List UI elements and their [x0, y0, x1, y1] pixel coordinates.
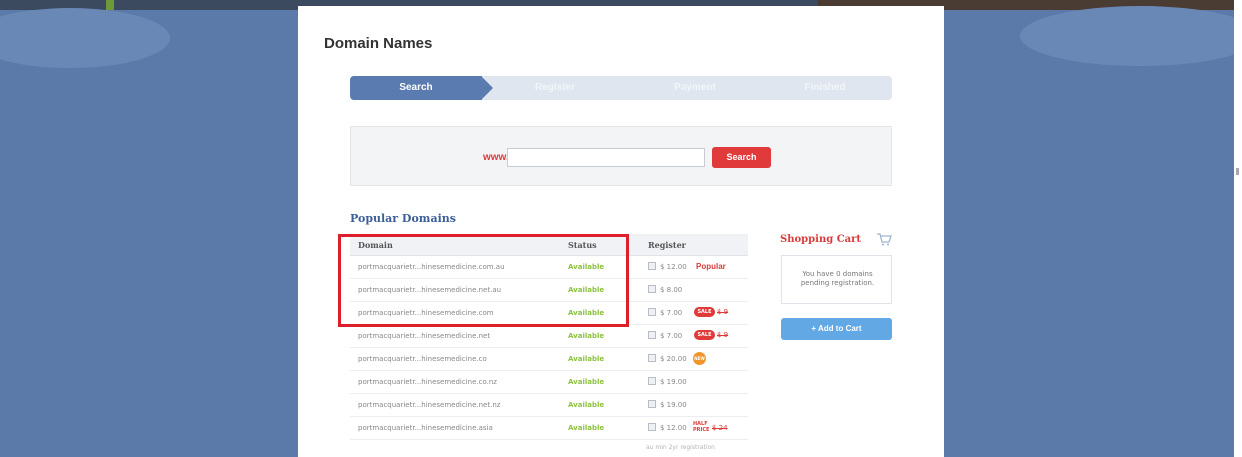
window-edge: [1234, 0, 1242, 457]
domain-price: $ 19.00: [660, 401, 687, 409]
domain-price: $ 7.00: [660, 332, 683, 340]
old-price: $ 9: [717, 308, 729, 316]
table-row: portmacquarietr...hinesemedicine.net.nz …: [350, 394, 748, 417]
register-checkbox[interactable]: [648, 285, 656, 293]
half-price-tag: HALF PRICE: [693, 421, 710, 433]
domain-price: $ 19.00: [660, 378, 687, 386]
www-prefix: www.: [483, 152, 509, 163]
page-title: Domain Names: [324, 35, 433, 52]
background-cloud-left: [0, 8, 170, 68]
register-checkbox[interactable]: [648, 331, 656, 339]
domain-price: $ 12.00: [660, 263, 687, 271]
register-checkbox[interactable]: [648, 262, 656, 270]
domain-price: $ 20.00: [660, 355, 687, 363]
step-payment: Payment: [674, 82, 716, 93]
progress-steps: Search Register Payment Finished: [350, 76, 892, 100]
shopping-cart-icon[interactable]: [876, 232, 892, 246]
register-checkbox[interactable]: [648, 423, 656, 431]
cart-summary-box: You have 0 domains pending registration.: [781, 255, 892, 304]
register-checkbox[interactable]: [648, 308, 656, 316]
sale-tag: SALE: [694, 307, 715, 317]
registration-footnote: au min 2yr registration: [646, 444, 715, 451]
content-panel: Domain Names Search Register Payment Fin…: [298, 6, 944, 457]
register-checkbox[interactable]: [648, 354, 656, 362]
domain-status: Available: [568, 424, 605, 432]
domain-status: Available: [568, 378, 605, 386]
search-button[interactable]: Search: [712, 147, 771, 168]
domain-price: $ 8.00: [660, 286, 683, 294]
domain-name: portmacquarietr...hinesemedicine.co: [358, 355, 487, 363]
register-checkbox[interactable]: [648, 377, 656, 385]
popular-label: Popular: [696, 262, 726, 271]
domain-status: Available: [568, 332, 605, 340]
domain-name: portmacquarietr...hinesemedicine.asia: [358, 424, 493, 432]
table-row: portmacquarietr...hinesemedicine.net Ava…: [350, 325, 748, 348]
step-search: Search: [399, 82, 433, 93]
domain-name: portmacquarietr...hinesemedicine.net.nz: [358, 401, 501, 409]
table-row: portmacquarietr...hinesemedicine.co Avai…: [350, 348, 748, 371]
domain-search-box: www. Search: [350, 126, 892, 186]
column-register: Register: [648, 240, 686, 250]
step-finished: Finished: [804, 82, 846, 93]
add-to-cart-button[interactable]: + Add to Cart: [781, 318, 892, 340]
old-price: $ 24: [712, 424, 728, 432]
domain-price: $ 7.00: [660, 309, 683, 317]
domain-name: portmacquarietr...hinesemedicine.net: [358, 332, 491, 340]
background-cloud-right: [1020, 6, 1242, 66]
register-checkbox[interactable]: [648, 400, 656, 408]
old-price: $ 9: [717, 331, 729, 339]
table-row: portmacquarietr...hinesemedicine.co.nz A…: [350, 371, 748, 394]
shopping-cart-title: Shopping Cart: [780, 234, 862, 245]
table-row: portmacquarietr...hinesemedicine.asia Av…: [350, 417, 748, 440]
domain-status: Available: [568, 355, 605, 363]
sale-tag: SALE: [694, 330, 715, 340]
highlight-annotation-box: [338, 234, 629, 327]
new-badge-icon: NEW: [693, 352, 706, 365]
step-register: Register: [534, 82, 575, 93]
domain-name: portmacquarietr...hinesemedicine.co.nz: [358, 378, 497, 386]
domain-status: Available: [568, 401, 605, 409]
domain-price: $ 12.00: [660, 424, 687, 432]
popular-domains-title: Popular Domains: [350, 212, 456, 225]
cart-message: You have 0 domains pending registration.: [800, 270, 875, 287]
domain-search-input[interactable]: [507, 148, 705, 167]
